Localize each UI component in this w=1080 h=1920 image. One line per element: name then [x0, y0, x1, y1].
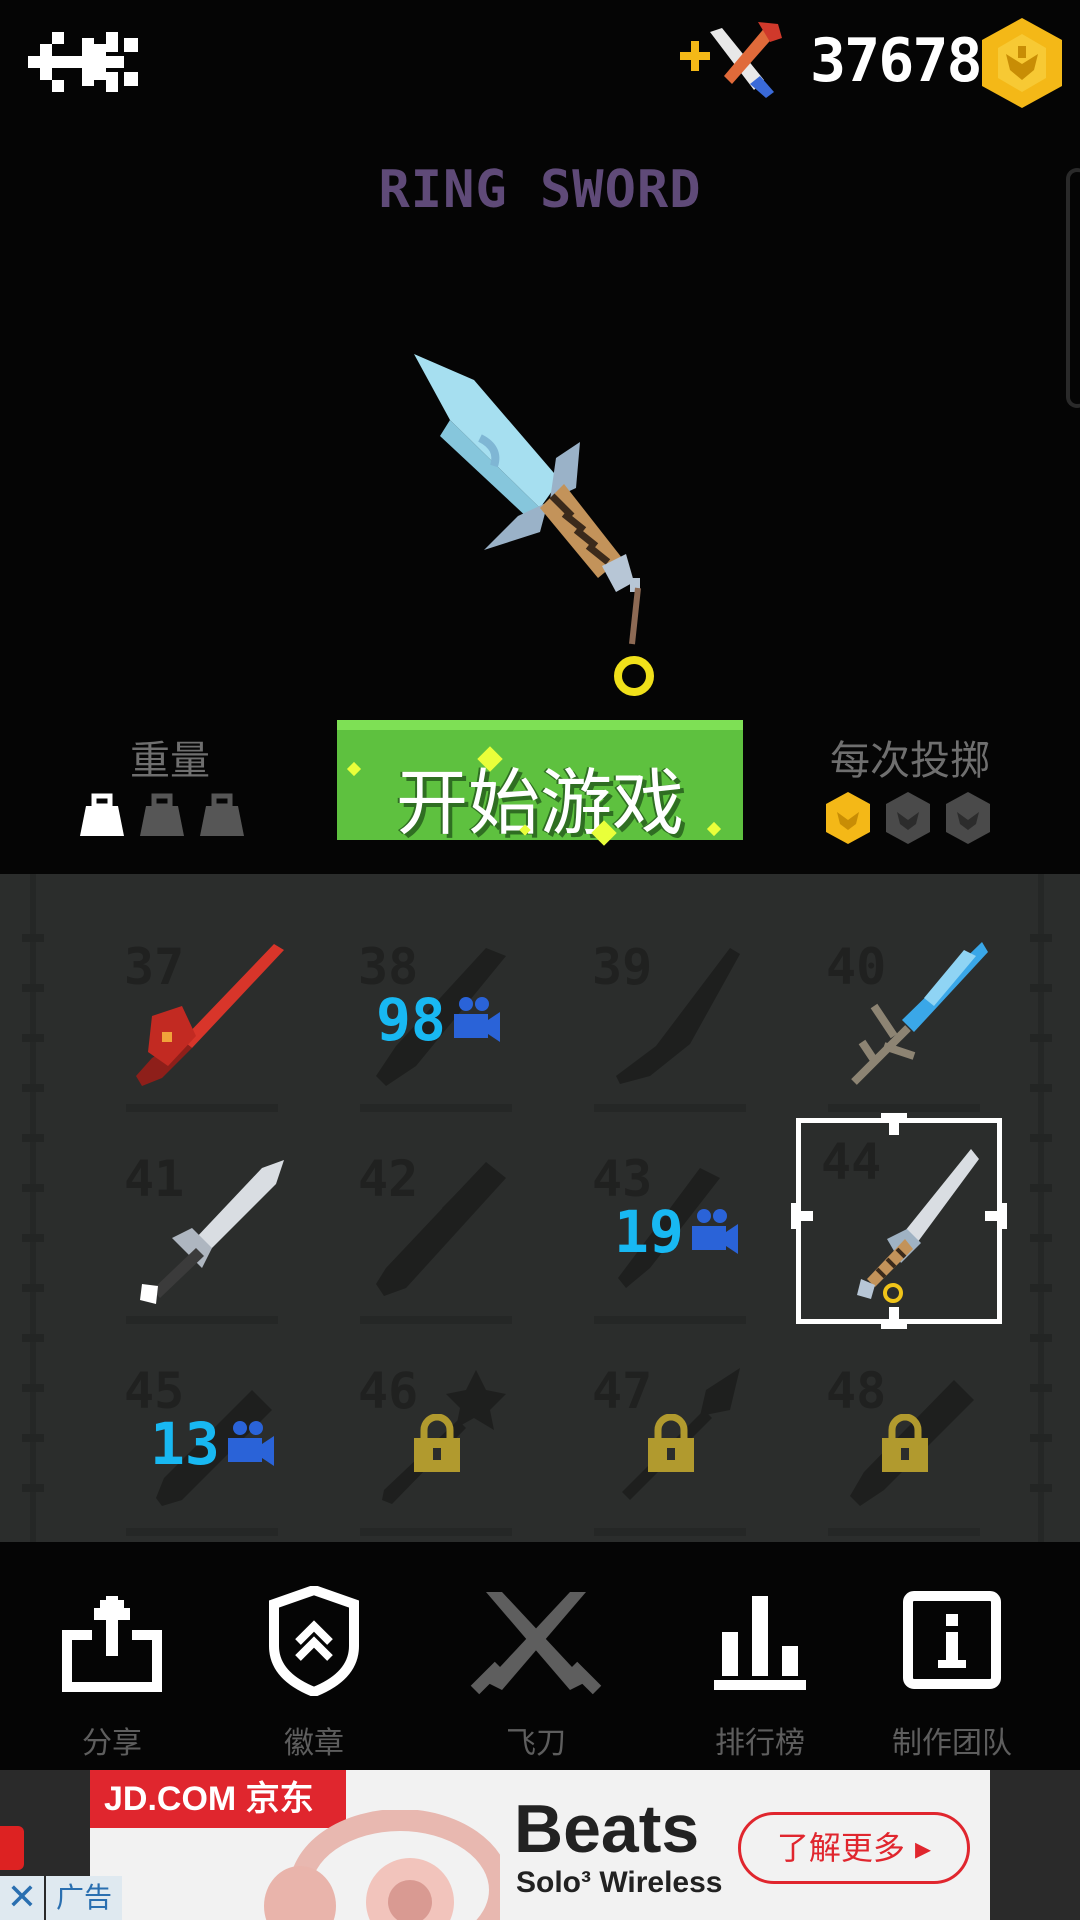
- start-game-button[interactable]: 开始游戏: [337, 720, 743, 846]
- ad-headline: Beats: [514, 1791, 700, 1867]
- ad-banner[interactable]: JD.COM 京东 Beats Solo³ Wireless 了解更多 ▸: [0, 1770, 1080, 1920]
- video-count: 13: [150, 1410, 220, 1478]
- coin-icon: [826, 792, 870, 844]
- weight-label: 重量: [130, 738, 210, 784]
- weight-icon: [140, 793, 184, 836]
- weapon-slot-38[interactable]: 38 98: [336, 926, 536, 1126]
- weapon-title: RING SWORD: [378, 160, 702, 220]
- video-count: 98: [376, 986, 446, 1054]
- crossed-weapons-icon: [680, 22, 782, 98]
- headphones-image: [264, 1810, 500, 1920]
- weapon-slot-37[interactable]: 37: [102, 926, 302, 1126]
- buy-knives-button[interactable]: [678, 18, 786, 102]
- ad-content[interactable]: JD.COM 京东 Beats Solo³ Wireless 了解更多 ▸: [90, 1770, 990, 1920]
- share-icon: [62, 1596, 162, 1692]
- weapon-slot-47[interactable]: 47: [570, 1350, 770, 1550]
- weapon-slot-48[interactable]: 48: [804, 1350, 1004, 1550]
- video-unlock-badge: 98: [376, 986, 500, 1054]
- lock-icon: [648, 1414, 694, 1472]
- weapon-slot-46[interactable]: 46: [336, 1350, 536, 1550]
- video-camera-icon: [227, 1421, 274, 1466]
- grid-rail-right: [1030, 874, 1052, 1542]
- ad-side-tab[interactable]: [0, 1826, 24, 1870]
- coin-icon: [980, 16, 1064, 110]
- nav-credits[interactable]: 制作团队: [862, 1576, 1042, 1766]
- nav-leaderboard[interactable]: 排行榜: [670, 1576, 850, 1766]
- nav-badges[interactable]: 徽章: [224, 1576, 404, 1766]
- weapon-slot-44[interactable]: 44: [791, 1113, 1007, 1329]
- video-camera-icon: [691, 1209, 738, 1254]
- video-unlock-badge: 19: [614, 1198, 738, 1266]
- crystal-branch-sword-icon: [851, 942, 988, 1085]
- video-count: 19: [614, 1198, 684, 1266]
- weight-icon: [80, 793, 124, 836]
- selection-frame: [791, 1113, 1007, 1329]
- weapon-slot-45[interactable]: 45 13: [102, 1350, 302, 1550]
- weapon-slot-43[interactable]: 43 19: [570, 1138, 770, 1338]
- start-game-label: 开始游戏: [395, 761, 684, 845]
- coin-icon: [946, 792, 990, 844]
- crossed-knives-icon: [470, 1592, 602, 1695]
- ad-subline: Solo³ Wireless: [516, 1866, 723, 1899]
- nav-share-label: 分享: [82, 1726, 142, 1761]
- selected-weapon-preview: [380, 340, 700, 710]
- video-unlock-badge: 13: [150, 1410, 274, 1478]
- weapon-slot-42[interactable]: 42: [336, 1138, 536, 1338]
- back-arrow-icon: [28, 32, 138, 92]
- weight-icon: [200, 793, 244, 836]
- grid-rail-left: [22, 874, 44, 1542]
- nav-leaderboard-label: 排行榜: [715, 1726, 805, 1761]
- nav-share[interactable]: 分享: [22, 1576, 202, 1766]
- ad-learn-more-button[interactable]: 了解更多 ▸: [738, 1812, 970, 1884]
- weapon-grid: 37 38 98 39 40 41 42 43 19 44 45 13 46 4…: [0, 874, 1080, 1542]
- info-icon: [903, 1591, 1001, 1689]
- ad-close-button[interactable]: ✕: [0, 1876, 44, 1920]
- lock-icon: [882, 1414, 928, 1472]
- red-spiked-sword-icon: [136, 944, 284, 1086]
- badge-shield-icon: [269, 1586, 359, 1696]
- nav-badges-label: 徽章: [284, 1726, 344, 1761]
- dark-machete-icon: [616, 948, 740, 1084]
- coin-icon: [886, 792, 930, 844]
- video-camera-icon: [453, 997, 500, 1042]
- silver-short-sword-icon: [140, 1160, 284, 1304]
- nav-credits-label: 制作团队: [892, 1726, 1012, 1761]
- nav-knives-label: 飞刀: [506, 1726, 566, 1761]
- nav-knives[interactable]: 飞刀: [446, 1576, 626, 1766]
- dark-gun-sword-icon: [376, 1162, 506, 1296]
- ad-tag: 广告: [46, 1876, 122, 1920]
- back-button[interactable]: [22, 18, 148, 104]
- throw-cost-meter: [824, 790, 996, 846]
- weapon-slot-40[interactable]: 40: [804, 926, 1004, 1126]
- weapon-slot-39[interactable]: 39: [570, 926, 770, 1126]
- weight-meter: [80, 792, 260, 840]
- lock-icon: [414, 1414, 460, 1472]
- leaderboard-icon: [714, 1596, 806, 1690]
- weapon-slot-41[interactable]: 41: [102, 1138, 302, 1338]
- coin-count: 37678: [810, 26, 983, 96]
- throw-cost-label: 每次投掷: [830, 738, 990, 784]
